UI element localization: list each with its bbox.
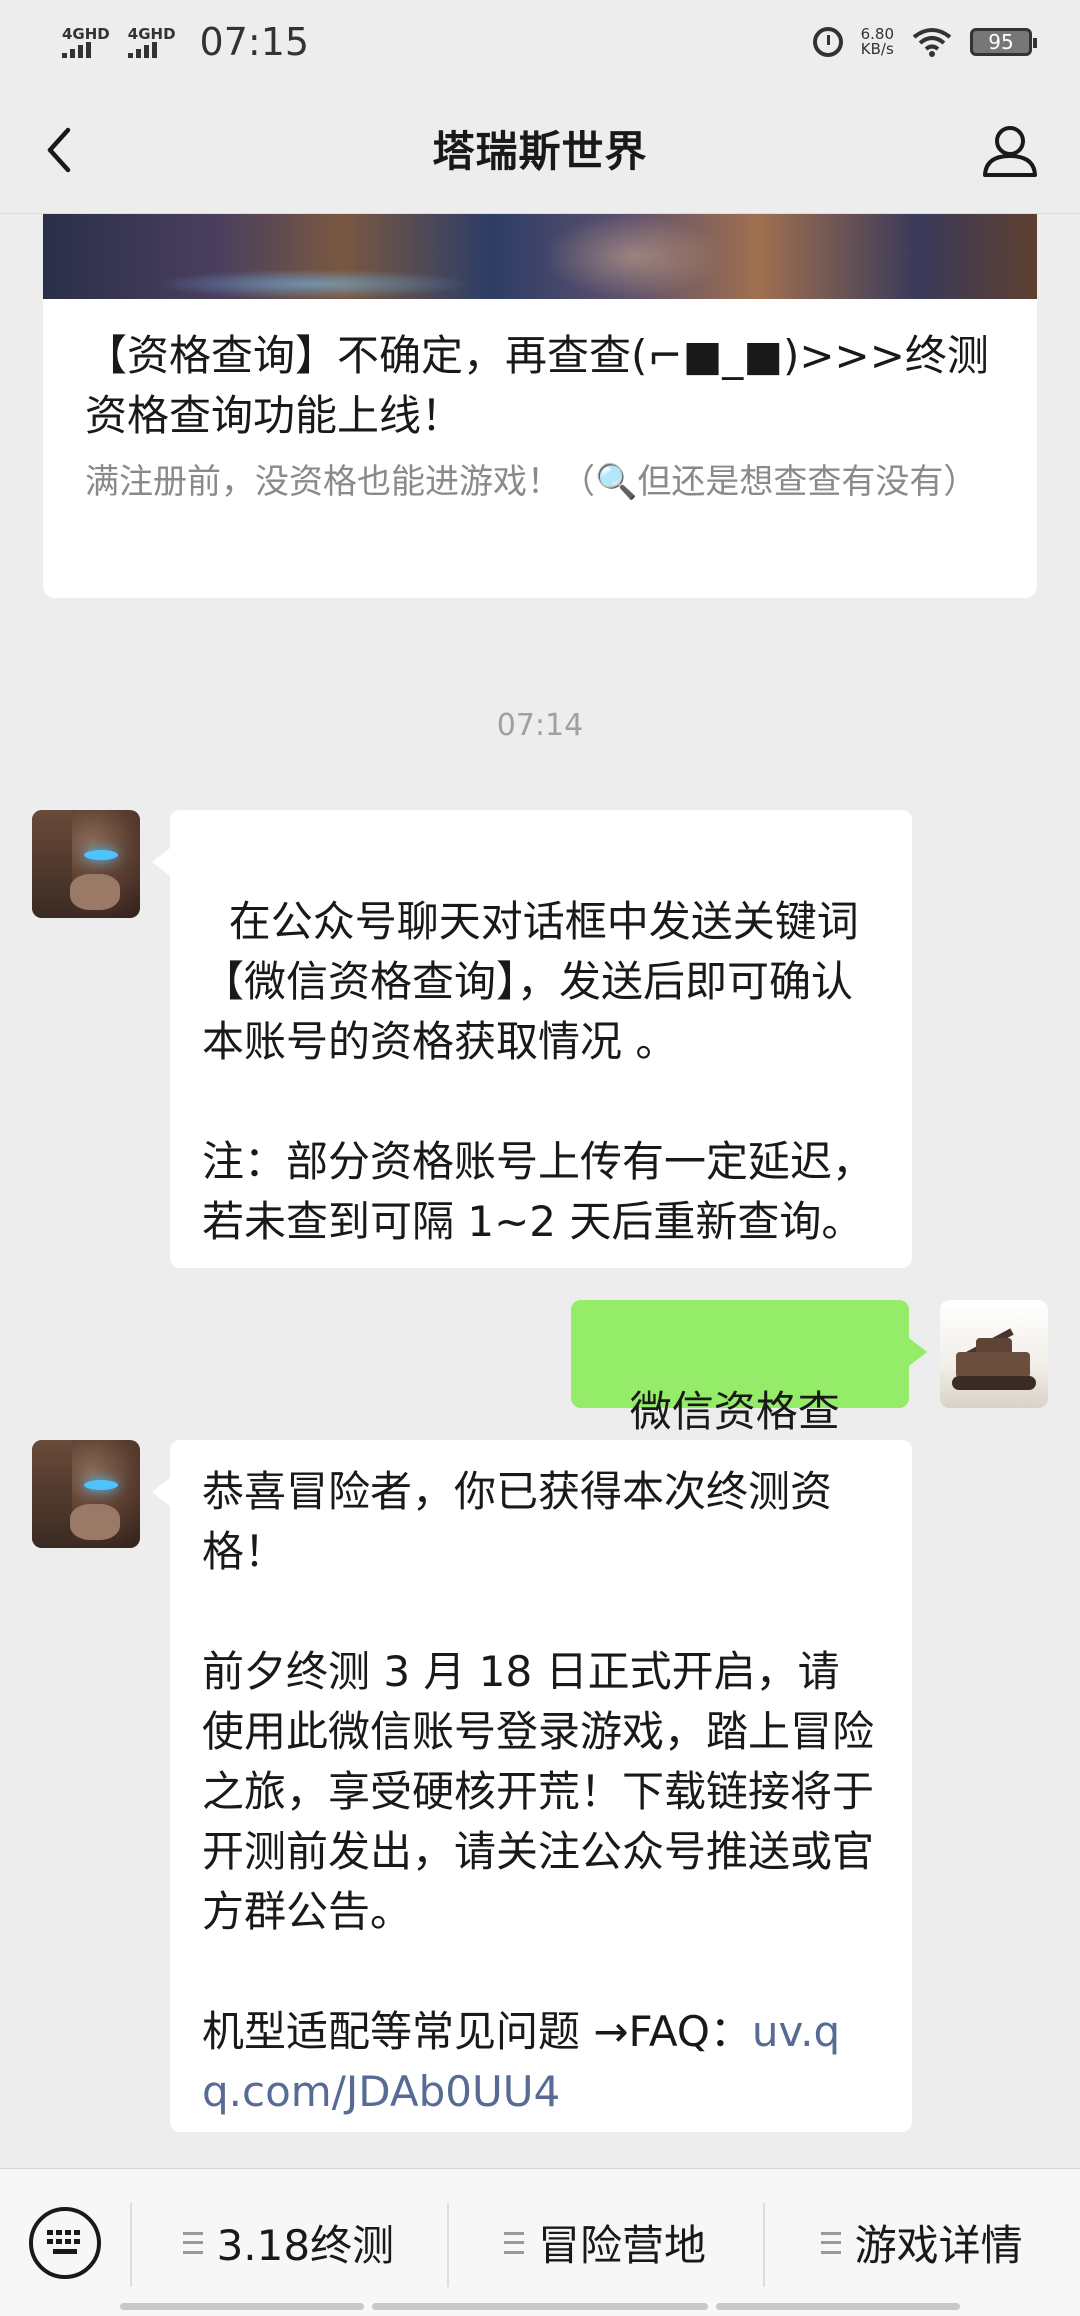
signal-label: 4GHD — [62, 25, 110, 43]
alarm-icon — [812, 27, 843, 57]
signal-icon-sim1: 4GHD — [62, 26, 110, 58]
menu-indicator — [372, 2303, 708, 2310]
menu-item-label: 冒险营地 — [538, 2221, 707, 2270]
back-icon[interactable] — [36, 122, 86, 178]
signal-label: 4GHD — [127, 25, 176, 43]
official-avatar[interactable] — [32, 810, 140, 918]
menu-item-game-details[interactable]: 游戏详情 — [763, 2169, 1080, 2316]
menu-indicator — [120, 2303, 364, 2310]
article-card[interactable]: 【资格查询】不确定，再查查(⌐■_■)>>>终测资格查询功能上线！ 满注册前，没… — [43, 214, 1037, 598]
menu-list-icon — [820, 2231, 841, 2254]
nav-bar: 塔瑞斯世界 — [0, 84, 1080, 214]
menu-item-final-test[interactable]: 3.18终测 — [130, 2169, 447, 2316]
user-avatar[interactable] — [940, 1300, 1048, 1408]
status-time: 07:15 — [199, 20, 310, 64]
page-title: 塔瑞斯世界 — [432, 127, 648, 176]
signal-icon-sim2: 4GHD — [127, 25, 176, 58]
article-title: 【资格查询】不确定，再查查(⌐■_■)>>>终测资格查询功能上线！ — [85, 331, 989, 440]
message-text: 恭喜冒险者，你已获得本次终测资格！ 前夕终测 3 月 18 日正式开启，请使用此… — [202, 1467, 875, 2056]
keyboard-toggle-button[interactable] — [0, 2169, 130, 2316]
official-avatar[interactable] — [32, 1440, 140, 1548]
network-speed: 6.80 KB/s — [861, 27, 894, 57]
message-bubble-official[interactable]: 在公众号聊天对话框中发送关键词【微信资格查询】，发送后即可确认本账号的资格获取情… — [152, 810, 912, 1268]
article-banner-image — [43, 214, 1037, 299]
message-bubble-official[interactable]: 恭喜冒险者，你已获得本次终测资格！ 前夕终测 3 月 18 日正式开启，请使用此… — [152, 1440, 912, 2132]
wifi-icon — [912, 28, 952, 57]
article-description: 满注册前，没资格也能进游戏！（🔍但还是想查查有没有） — [85, 462, 978, 502]
menu-item-label: 游戏详情 — [854, 2221, 1023, 2270]
message-bubble-user[interactable]: 微信资格查询 — [571, 1300, 927, 1496]
menu-item-label: 3.18终测 — [216, 2221, 395, 2270]
keyboard-icon — [29, 2206, 101, 2279]
message-text: 在公众号聊天对话框中发送关键词【微信资格查询】，发送后即可确认本账号的资格获取情… — [202, 897, 875, 1246]
status-bar: 4GHD 4GHD 07:15 6.80 KB/s 95 — [0, 0, 1080, 84]
menu-indicators — [0, 2303, 1080, 2311]
menu-list-icon — [504, 2231, 524, 2254]
battery-icon: 95 — [970, 28, 1037, 56]
menu-indicator — [716, 2303, 960, 2310]
profile-icon[interactable] — [980, 120, 1040, 180]
status-right: 6.80 KB/s 95 — [812, 27, 1037, 57]
menu-item-adventure-camp[interactable]: 冒险营地 — [446, 2169, 764, 2316]
menu-list-icon — [182, 2231, 203, 2254]
chat-timestamp: 07:14 — [496, 708, 584, 743]
status-left: 4GHD 4GHD 07:15 — [62, 20, 309, 64]
bottom-menu: 3.18终测 冒险营地 游戏详情 — [0, 2168, 1080, 2316]
network-speed-unit: KB/s — [860, 40, 894, 58]
